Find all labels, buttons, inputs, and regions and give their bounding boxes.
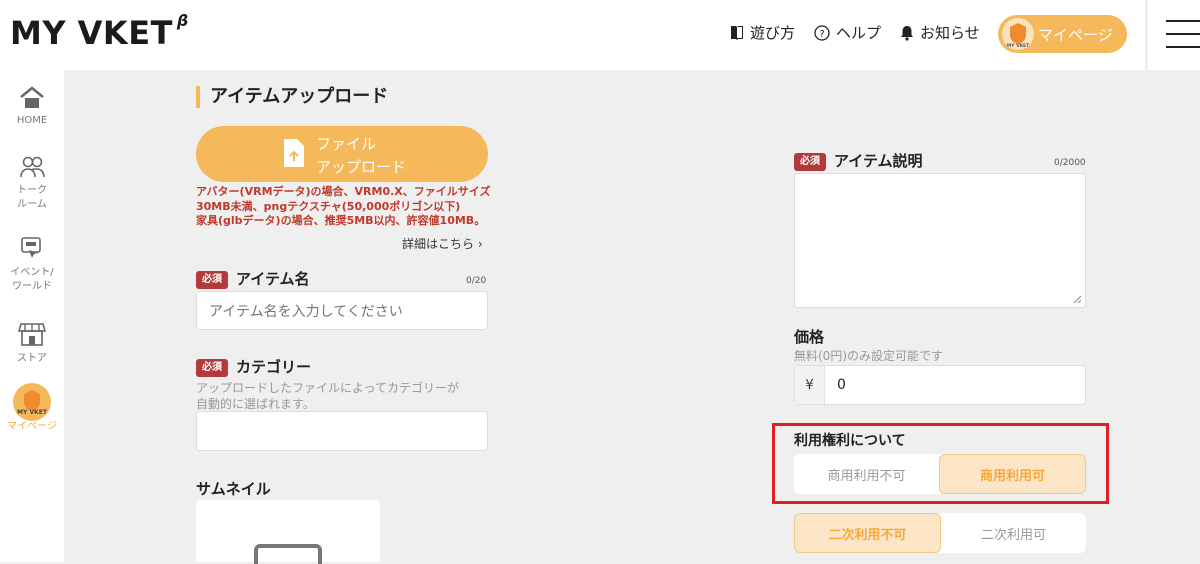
upload-label-line1: ファイル [316,135,377,153]
sidebar-item-label: イベント/ ワールド [10,267,54,292]
category-field[interactable] [196,411,488,451]
item-name-counter: 0/20 [466,276,487,286]
upload-notes: アバター(VRMデータ)の場合、VRM0.X、ファイルサイズ 30MB未満、pn… [196,185,491,227]
nav-news[interactable]: お知らせ [900,22,980,43]
price-label: 価格 [794,328,825,346]
category-hint: アップロードしたファイルによってカテゴリーが 自動的に選ばれます。 [196,381,460,411]
thumbnail-upload-area[interactable] [196,500,380,564]
page-title: アイテムアップロード [196,86,388,108]
nav-label: ヘルプ [836,24,882,42]
sidebar-item-store[interactable]: ストア [0,320,64,366]
avatar: MY VKET [1002,18,1034,50]
sidebar-item-label: HOME [16,115,48,126]
question-icon: ? [814,24,830,41]
svg-text:?: ? [819,29,824,40]
sidebar-item-talk-room[interactable]: トーク ルーム [0,154,64,212]
svg-text:MY VKET: MY VKET [1007,43,1030,49]
required-badge: 必須 [794,152,826,171]
sidebar-item-label: ストア [17,353,47,364]
sidebar-item-label: マイページ [7,421,57,432]
svg-text:MY VKET: MY VKET [17,409,48,416]
category-label: 必須 カテゴリー [196,356,311,377]
file-upload-button[interactable]: ファイル アップロード [196,126,488,182]
event-icon [21,237,41,258]
sidebar-item-home[interactable]: HOME [0,86,64,128]
nav-label: 遊び方 [750,24,796,42]
hamburger-menu-icon[interactable] [1148,0,1200,70]
nav-how-to-play[interactable]: 遊び方 [730,22,795,43]
avatar-icon: MY VKET [13,383,51,421]
book-icon [731,25,743,40]
details-link[interactable]: 詳細はこちら › [402,235,483,252]
sidebar-item-label: トーク ルーム [17,185,47,210]
store-icon [18,323,46,346]
nav-label: お知らせ [920,24,980,42]
secondary-use-allowed-option[interactable]: 二次利用可 [941,513,1086,553]
sidebar-item-mypage[interactable]: MY VKET マイページ [0,382,64,434]
logo[interactable]: MY VKET β [10,11,189,52]
mypage-label: マイページ [1038,26,1113,44]
item-description-label: 必須 アイテム説明 [794,150,923,171]
secondary-use-toggle: 二次利用不可 二次利用可 [794,513,1086,553]
sidebar: HOME トーク ルーム イベント/ ワールド ストア MY VKET マイペー… [0,70,65,562]
people-icon [20,156,45,178]
price-input[interactable]: 0 [825,366,846,404]
resize-handle-icon[interactable] [1072,294,1082,304]
item-description-counter: 0/2000 [1054,158,1086,168]
nav-help[interactable]: ? ヘルプ [814,22,881,43]
currency-symbol: ¥ [795,366,825,404]
home-icon [20,86,44,108]
top-header: MY VKET β 遊び方 ? ヘルプ お知らせ MY VKET マイページ [0,0,1145,70]
mypage-button[interactable]: MY VKET マイページ [998,15,1127,53]
price-field[interactable]: ¥ 0 [794,365,1086,405]
upload-label-line2: アップロード [316,158,407,176]
required-badge: 必須 [196,358,228,377]
highlight-box [772,423,1109,504]
required-badge: 必須 [196,270,228,289]
thumbnail-label: サムネイル [196,480,271,498]
item-name-input[interactable] [196,291,488,330]
item-description-textarea[interactable] [794,173,1086,308]
item-name-label: 必須 アイテム名 [196,268,310,289]
secondary-use-not-allowed-option[interactable]: 二次利用不可 [794,513,941,553]
sidebar-item-event-world[interactable]: イベント/ ワールド [0,236,64,294]
image-icon [254,544,322,564]
chevron-right-icon: › [477,237,483,251]
bell-icon [901,25,913,41]
file-upload-icon [284,139,304,167]
price-hint: 無料(0円)のみ設定可能です [794,349,943,363]
